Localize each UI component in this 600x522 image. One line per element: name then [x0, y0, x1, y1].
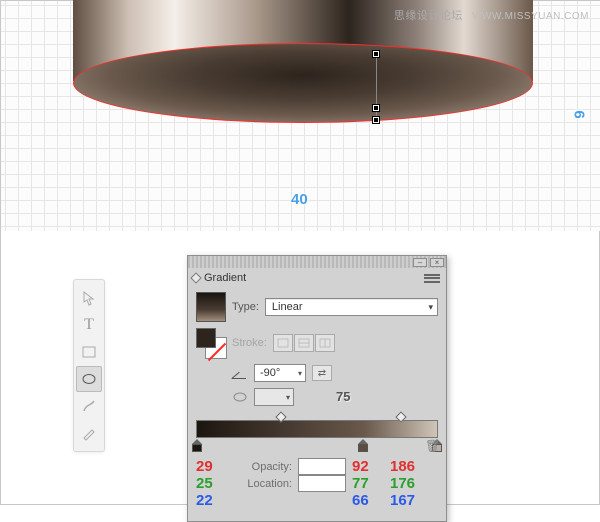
cylinder-bottom-ellipse[interactable] — [73, 43, 533, 123]
dropdown-arrow-icon: ▾ — [286, 393, 290, 402]
stop2-b: 66 — [352, 492, 384, 509]
delete-stop-icon[interactable]: 🗑 — [425, 439, 439, 453]
tools-panel: T — [73, 279, 105, 452]
stop1-g: 25 — [196, 475, 224, 492]
dropdown-arrow-icon: ▾ — [428, 302, 433, 313]
watermark-url: WWW.MISSYUAN.COM — [472, 11, 589, 22]
stroke-gradient-buttons — [273, 334, 335, 352]
stop1-b: 22 — [196, 492, 224, 509]
color-stop[interactable] — [358, 439, 368, 451]
color-stop[interactable] — [192, 439, 202, 451]
rectangle-tool[interactable] — [76, 339, 102, 365]
dimension-width-label: 40 — [291, 191, 308, 208]
opacity-stop[interactable] — [275, 411, 286, 422]
angle-icon — [232, 367, 248, 379]
gradient-type-select[interactable]: Linear ▾ — [265, 298, 438, 316]
opacity-field[interactable] — [298, 458, 346, 475]
aspect-ratio-input[interactable]: ▾ — [254, 388, 294, 406]
aspect-ratio-annotation: 75 — [336, 389, 350, 404]
watermark: 思缘设计论坛 WWW.MISSYUAN.COM — [394, 7, 589, 23]
reverse-gradient-button[interactable]: ⇄ — [312, 365, 332, 381]
stroke-across-button[interactable] — [315, 334, 335, 352]
pencil-tool[interactable] — [76, 420, 102, 446]
anchor-point[interactable] — [373, 51, 379, 57]
location-field[interactable] — [298, 475, 346, 492]
stop2-r: 92 — [352, 458, 384, 475]
ellipse-tool[interactable] — [76, 366, 102, 392]
location-label: Location: — [230, 478, 292, 490]
control-handle[interactable] — [373, 105, 379, 111]
stop3-g: 176 — [390, 475, 422, 492]
angle-value: -90° — [260, 367, 280, 379]
gradient-panel: – × Gradient Type: Linear ▾ Stroke: — [187, 255, 447, 522]
stop1-r: 29 — [196, 458, 224, 475]
opacity-label: Opacity: — [230, 461, 292, 473]
aspect-ratio-icon — [232, 390, 248, 404]
watermark-cn: 思缘设计论坛 — [394, 10, 463, 22]
stop3-r: 186 — [390, 458, 422, 475]
opacity-stop[interactable] — [395, 411, 406, 422]
dimension-height-label: 6 — [571, 110, 588, 118]
type-label: Type: — [232, 301, 259, 313]
stroke-along-button[interactable] — [294, 334, 314, 352]
close-button[interactable]: × — [430, 258, 444, 267]
paintbrush-tool[interactable] — [76, 393, 102, 419]
angle-input[interactable]: -90° ▾ — [254, 364, 306, 382]
panel-toggle-icon[interactable] — [190, 272, 201, 283]
type-tool[interactable]: T — [76, 312, 102, 338]
panel-tab-row: Gradient — [188, 268, 446, 286]
stop3-b: 167 — [390, 492, 422, 509]
stop2-g: 77 — [352, 475, 384, 492]
gradient-preview-swatch[interactable] — [196, 292, 226, 322]
gradient-type-value: Linear — [272, 301, 303, 313]
anchor-point[interactable] — [373, 117, 379, 123]
direct-selection-tool[interactable] — [76, 285, 102, 311]
stroke-label: Stroke: — [232, 337, 267, 349]
panel-menu-icon[interactable] — [424, 273, 440, 284]
gradient-ramp[interactable]: 🗑 — [196, 420, 438, 438]
panel-titlebar[interactable]: – × — [188, 256, 446, 268]
dropdown-arrow-icon: ▾ — [298, 369, 302, 378]
fill-stroke-control[interactable] — [196, 328, 226, 358]
panel-title: Gradient — [204, 272, 246, 284]
canvas-grid[interactable]: 40 6 思缘设计论坛 WWW.MISSYUAN.COM — [1, 1, 600, 231]
collapse-button[interactable]: – — [413, 258, 427, 267]
fill-swatch[interactable] — [196, 328, 216, 348]
stroke-within-button[interactable] — [273, 334, 293, 352]
